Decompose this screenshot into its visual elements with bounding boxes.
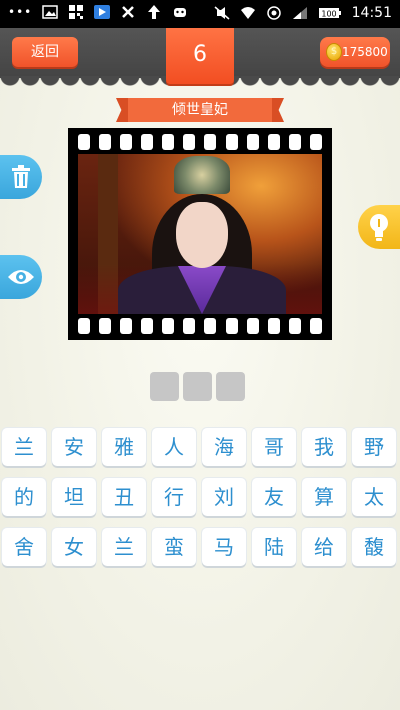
battery-icon: 100	[318, 8, 341, 19]
letter-key[interactable]: 女	[52, 528, 96, 566]
letter-key[interactable]: 海	[202, 428, 246, 466]
status-bar: ••• 100 14:51	[0, 0, 400, 28]
letter-key[interactable]: 蛮	[152, 528, 196, 566]
puzzle-image	[78, 154, 322, 314]
sync-icon	[122, 6, 135, 18]
signal-icon	[292, 7, 307, 19]
letter-key[interactable]: 舍	[2, 528, 46, 566]
status-notifications: •••	[8, 5, 188, 19]
letter-key[interactable]: 友	[252, 478, 296, 516]
letter-key[interactable]: 我	[302, 428, 346, 466]
qr-icon	[69, 5, 84, 19]
letter-key[interactable]: 哥	[252, 428, 296, 466]
answer-slot[interactable]	[183, 372, 212, 401]
letter-key[interactable]: 野	[352, 428, 396, 466]
letter-key[interactable]: 刘	[202, 478, 246, 516]
back-button[interactable]: 返回	[12, 37, 78, 67]
answer-slot[interactable]	[150, 372, 179, 401]
letter-key[interactable]: 兰	[102, 528, 146, 566]
puzzle-film-frame	[68, 128, 332, 340]
letter-key[interactable]: 太	[352, 478, 396, 516]
play-store-icon	[94, 5, 111, 19]
letter-key[interactable]: 坦	[52, 478, 96, 516]
trash-icon	[12, 165, 30, 188]
film-sprockets-top	[78, 134, 322, 150]
letter-key[interactable]: 馥	[352, 528, 396, 566]
answer-slots	[150, 372, 245, 401]
letter-key[interactable]: 人	[152, 428, 196, 466]
letter-key[interactable]: 兰	[2, 428, 46, 466]
status-system: 100 14:51	[214, 5, 392, 21]
picture-icon	[42, 5, 58, 19]
letter-key[interactable]: 陆	[252, 528, 296, 566]
mute-icon	[214, 6, 230, 20]
film-sprockets-bottom	[78, 318, 322, 334]
letter-key[interactable]: 雅	[102, 428, 146, 466]
clock: 14:51	[351, 5, 392, 21]
coin-counter[interactable]: $ 175800	[320, 37, 390, 67]
upload-icon	[148, 5, 161, 19]
letter-key[interactable]: 的	[2, 478, 46, 516]
eye-icon	[8, 270, 34, 284]
level-number: 6	[166, 28, 234, 84]
hint-ribbon: 倾世皇妃	[126, 98, 274, 122]
letter-key[interactable]: 算	[302, 478, 346, 516]
letter-grid: 兰 安 雅 人 海 哥 我 野 的 坦 丑 行 刘 友 算 太 舍 女 兰 蛮 …	[2, 428, 398, 566]
letter-key[interactable]: 安	[52, 428, 96, 466]
coin-count: 175800	[342, 45, 388, 59]
hint-button[interactable]	[358, 205, 400, 249]
coin-icon: $	[326, 43, 342, 61]
more-dots-icon: •••	[8, 5, 33, 19]
letter-key[interactable]: 马	[202, 528, 246, 566]
answer-slot[interactable]	[216, 372, 245, 401]
data-icon	[266, 6, 281, 20]
wifi-icon	[240, 7, 255, 19]
letter-key[interactable]: 丑	[102, 478, 146, 516]
letter-key[interactable]: 给	[302, 528, 346, 566]
remove-letters-button[interactable]	[0, 155, 42, 199]
reveal-button[interactable]	[0, 255, 42, 299]
lightbulb-icon	[370, 214, 388, 241]
letter-key[interactable]: 行	[152, 478, 196, 516]
svg-text:100: 100	[321, 10, 336, 19]
android-icon	[174, 8, 187, 17]
